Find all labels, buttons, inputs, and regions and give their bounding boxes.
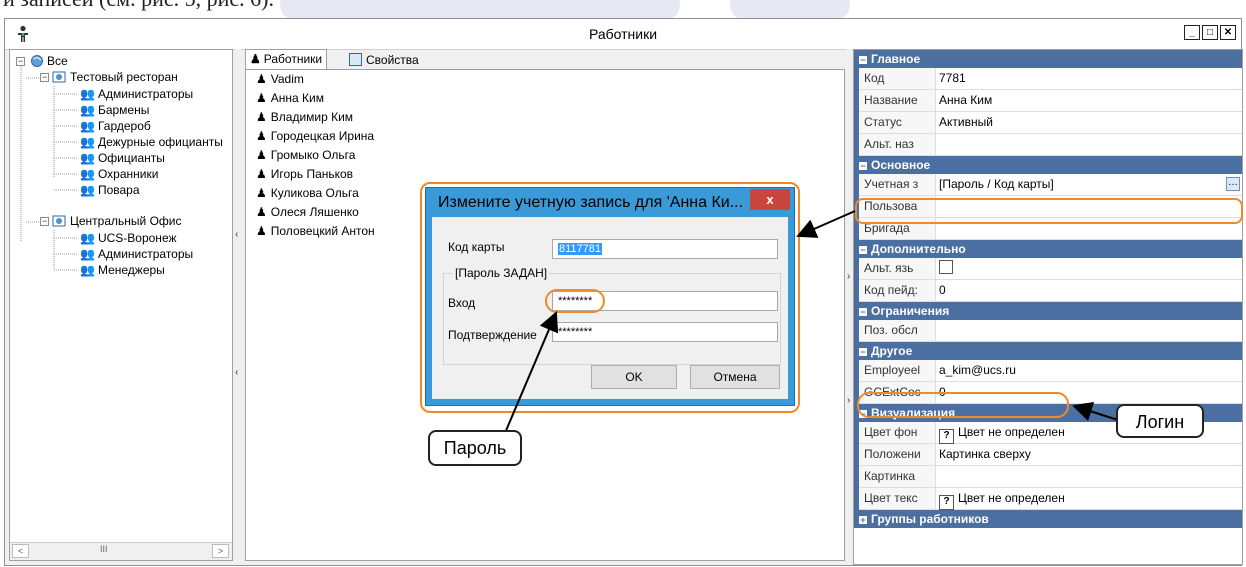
login-callout: Логин <box>1116 404 1204 438</box>
annotation-arrows <box>504 210 1119 434</box>
password-callout: Пароль <box>428 430 522 466</box>
